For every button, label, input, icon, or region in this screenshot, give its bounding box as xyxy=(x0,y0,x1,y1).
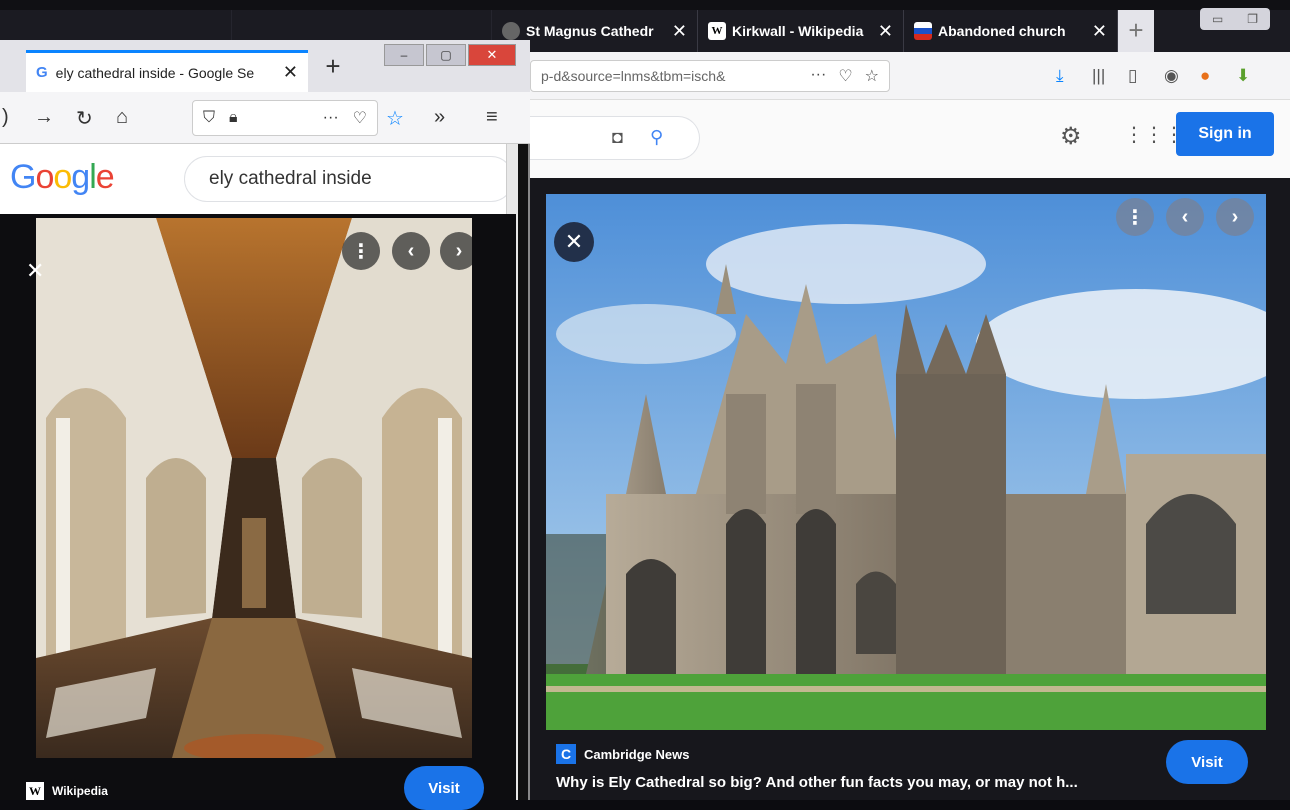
logo-letter: o xyxy=(35,158,54,196)
minimize-icon[interactable]: – xyxy=(384,44,424,66)
logo-letter: G xyxy=(10,158,36,196)
new-tab-button[interactable]: + xyxy=(318,52,348,82)
settings-gear-icon[interactable]: ⚙ xyxy=(1060,122,1082,151)
download-icon[interactable]: ⤓ xyxy=(1056,66,1064,86)
navigation-toolbar: p-d&source=lnms&tbm=isch& ··· ♡ ☆ ⤓ ||| … xyxy=(520,52,1290,100)
wikipedia-icon: W xyxy=(708,22,726,40)
close-icon[interactable]: ✕ xyxy=(1082,21,1107,42)
address-bar[interactable]: ⛉ 🔒︎ ··· ♡ xyxy=(192,100,378,136)
camera-icon[interactable]: ◘ xyxy=(612,127,623,148)
close-viewer-icon[interactable]: ✕ xyxy=(26,258,44,284)
next-image-icon[interactable]: › xyxy=(1216,198,1254,236)
image-viewer-panel: ⋮ ‹ › ✕ W Wikipedia Visit xyxy=(0,214,516,810)
source-name: Cambridge News xyxy=(584,746,690,762)
cathedral-exterior-photo xyxy=(546,194,1266,730)
window-controls: ▭ ❐ xyxy=(1200,8,1270,30)
google-header: ◘ ⚲ ⚙ ⋮⋮⋮ Sign in xyxy=(520,100,1290,178)
back-icon[interactable]: ) xyxy=(2,106,9,129)
apps-grid-icon[interactable]: ⋮⋮⋮ xyxy=(1124,122,1184,147)
extension-icon[interactable]: ● xyxy=(1200,66,1210,86)
wikipedia-icon: W xyxy=(26,782,44,800)
bookmark-star-icon[interactable]: ☆ xyxy=(865,66,879,86)
image-source[interactable]: C Cambridge News xyxy=(556,744,689,764)
library-icon[interactable]: ||| xyxy=(1092,66,1105,86)
source-name: Wikipedia xyxy=(52,784,108,798)
foreground-browser-window: G ely cathedral inside - Google Se ✕ + –… xyxy=(0,40,530,810)
shield-icon[interactable]: ⛉ xyxy=(203,109,215,127)
close-viewer-icon[interactable]: ✕ xyxy=(554,222,594,262)
navigation-toolbar: ) → ↻ ⌂ ⛉ 🔒︎ ··· ♡ ☆ » ≡ xyxy=(0,92,530,144)
cathedral-exterior-image[interactable]: ⋮ ‹ › xyxy=(546,194,1266,730)
sidebar-icon[interactable]: ▯ xyxy=(1128,66,1137,86)
tab-abandoned-church[interactable]: Abandoned church ✕ xyxy=(904,10,1118,52)
tab-strip: G ely cathedral inside - Google Se ✕ + –… xyxy=(0,40,530,92)
close-icon[interactable]: ✕ xyxy=(283,62,298,83)
search-box[interactable]: ◘ ⚲ xyxy=(520,116,700,160)
tab-kirkwall-wikipedia[interactable]: W Kirkwall - Wikipedia ✕ xyxy=(698,10,904,52)
reload-icon[interactable]: ↻ xyxy=(76,106,93,131)
cathedral-interior-photo xyxy=(36,218,472,758)
more-options-icon[interactable]: ⋮ xyxy=(1116,198,1154,236)
bookmark-star-icon[interactable]: ☆ xyxy=(386,106,404,131)
google-favicon-icon: G xyxy=(36,64,48,81)
account-icon[interactable]: ◉ xyxy=(1164,66,1179,86)
url-text: p-d&source=lnms&tbm=isch& xyxy=(541,68,726,84)
home-icon[interactable]: ⌂ xyxy=(116,106,128,129)
lock-icon: 🔒︎ xyxy=(229,109,238,126)
visit-button[interactable]: Visit xyxy=(1166,740,1248,784)
hamburger-menu-icon[interactable]: ≡ xyxy=(486,106,498,129)
minimize-icon[interactable]: ▭ xyxy=(1212,12,1223,26)
logo-letter: o xyxy=(53,158,72,196)
tab-label: Kirkwall - Wikipedia xyxy=(732,23,864,39)
search-input[interactable]: ely cathedral inside xyxy=(184,156,514,202)
flag-icon xyxy=(914,22,932,40)
cambridge-news-icon: C xyxy=(556,744,576,764)
restore-icon[interactable]: ❐ xyxy=(1247,12,1258,26)
new-tab-button[interactable]: + xyxy=(1118,10,1154,52)
forward-icon[interactable]: → xyxy=(34,106,54,129)
tab-google-search[interactable]: G ely cathedral inside - Google Se ✕ xyxy=(26,50,308,92)
close-icon[interactable]: ✕ xyxy=(662,21,687,42)
window-controls: – ▢ ✕ xyxy=(384,44,518,68)
tab-label: ely cathedral inside - Google Se xyxy=(55,64,255,81)
more-options-icon[interactable]: ⋮ xyxy=(342,232,380,270)
image-caption-link[interactable]: Why is Ely Cathedral so big? And other f… xyxy=(556,774,1078,791)
overflow-menu-icon[interactable]: » xyxy=(434,106,445,129)
pocket-icon[interactable]: ♡ xyxy=(353,108,367,128)
tab-label: Abandoned church xyxy=(938,23,1066,39)
page-actions-icon[interactable]: ··· xyxy=(810,66,826,86)
globe-icon xyxy=(502,22,520,40)
address-bar[interactable]: p-d&source=lnms&tbm=isch& ··· ♡ ☆ xyxy=(530,60,890,92)
logo-letter: g xyxy=(71,158,90,196)
previous-image-icon[interactable]: ‹ xyxy=(1166,198,1204,236)
page-actions-icon[interactable]: ··· xyxy=(323,109,339,127)
extension-download-icon[interactable]: ⬇ xyxy=(1236,66,1250,86)
maximize-icon[interactable]: ▢ xyxy=(426,44,466,66)
logo-letter: e xyxy=(95,158,115,196)
search-icon[interactable]: ⚲ xyxy=(650,127,663,148)
close-icon[interactable]: ✕ xyxy=(868,21,893,42)
previous-image-icon[interactable]: ‹ xyxy=(392,232,430,270)
image-viewer-panel: ⋮ ‹ › ✕ C Cambridge News Why is Ely Cath… xyxy=(530,178,1290,800)
google-logo[interactable]: Google xyxy=(10,158,115,197)
close-window-icon[interactable]: ✕ xyxy=(468,44,516,66)
pocket-icon[interactable]: ♡ xyxy=(838,66,852,86)
cathedral-interior-image[interactable]: ⋮ ‹ › xyxy=(36,218,472,758)
next-image-icon[interactable]: › xyxy=(440,232,472,270)
sign-in-button[interactable]: Sign in xyxy=(1176,112,1274,156)
visit-button[interactable]: Visit xyxy=(404,766,484,810)
tab-label: St Magnus Cathedr xyxy=(526,23,654,39)
image-source[interactable]: W Wikipedia xyxy=(26,782,108,800)
